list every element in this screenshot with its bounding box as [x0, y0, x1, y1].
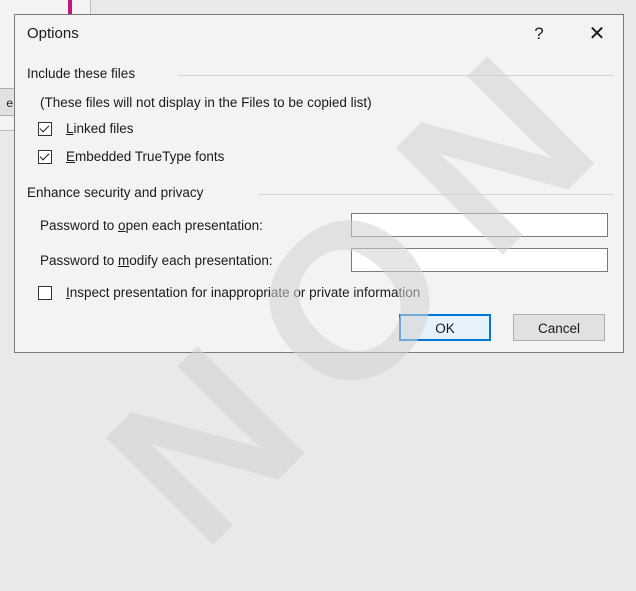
open-password-label: Password to open each presentation: — [40, 218, 263, 233]
include-group-rule — [178, 75, 613, 76]
accent-marker — [68, 0, 72, 14]
embedded-fonts-checkbox[interactable] — [38, 149, 52, 164]
modify-password-input[interactable] — [351, 248, 608, 272]
inspect-option[interactable]: Inspect presentation for inappropriate o… — [38, 285, 420, 300]
include-note: (These files will not display in the Fil… — [40, 95, 372, 110]
checkmark-icon — [39, 122, 50, 132]
linked-files-checkbox[interactable] — [38, 121, 52, 136]
linked-files-option[interactable]: Linked files — [38, 121, 134, 136]
security-group-header: Enhance security and privacy — [27, 185, 204, 200]
checkmark-icon — [39, 150, 50, 160]
inspect-checkbox[interactable] — [38, 285, 52, 300]
ok-button[interactable]: OK — [399, 314, 491, 341]
embedded-fonts-label: Embedded TrueType fonts — [66, 149, 225, 164]
linked-files-label: Linked files — [66, 121, 134, 136]
options-dialog: Options ? ✕ Include these files (These f… — [14, 14, 624, 353]
close-button[interactable]: ✕ — [583, 21, 611, 47]
cancel-button[interactable]: Cancel — [513, 314, 605, 341]
modify-password-label: Password to modify each presentation: — [40, 253, 273, 268]
inspect-label: Inspect presentation for inappropriate o… — [66, 285, 421, 300]
help-button[interactable]: ? — [525, 21, 553, 47]
dialog-title: Options — [27, 25, 79, 42]
security-group-rule — [259, 194, 613, 195]
include-group-header: Include these files — [27, 66, 136, 81]
open-password-input[interactable] — [351, 213, 608, 237]
embedded-fonts-option[interactable]: Embedded TrueType fonts — [38, 149, 224, 164]
dialog-titlebar: Options ? ✕ — [15, 15, 623, 53]
